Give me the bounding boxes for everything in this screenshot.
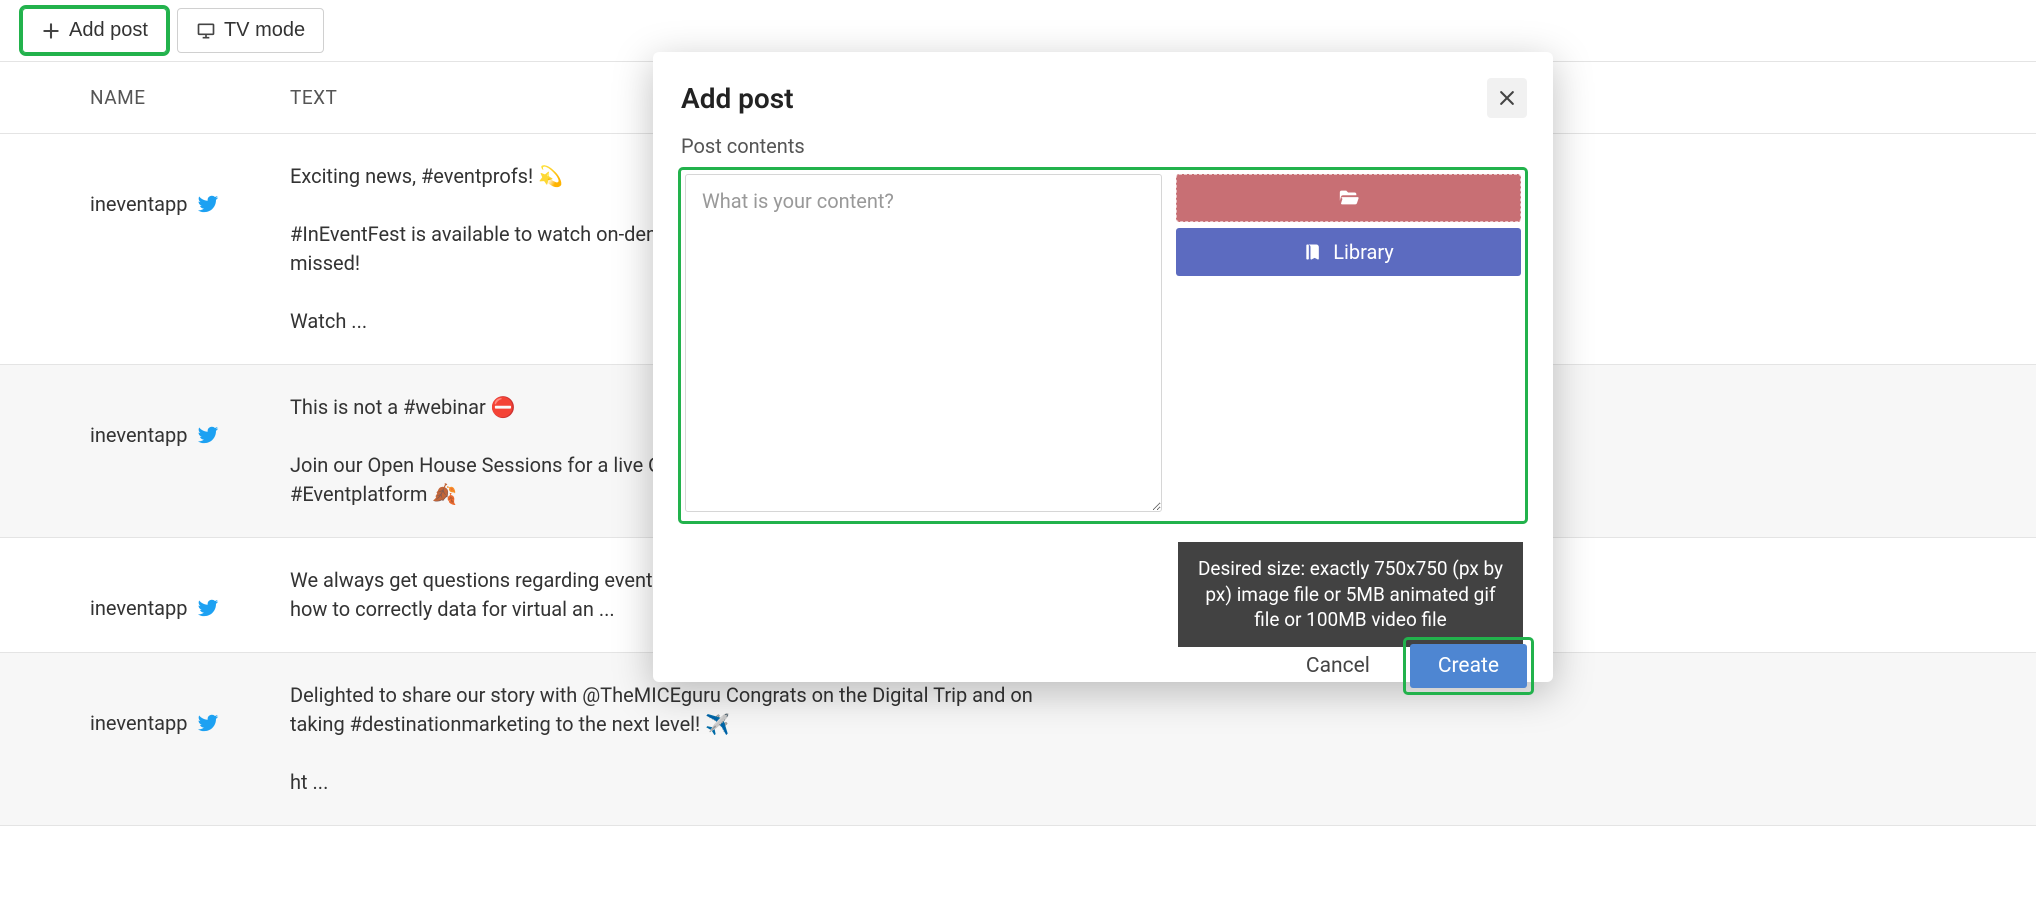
create-button[interactable]: Create bbox=[1410, 644, 1527, 688]
post-contents-label: Post contents bbox=[681, 134, 1525, 158]
cancel-button[interactable]: Cancel bbox=[1292, 644, 1384, 688]
row-username: ineventapp bbox=[90, 711, 187, 735]
row-username: ineventapp bbox=[90, 192, 187, 216]
add-post-modal: Add post Post contents bbox=[653, 52, 1553, 682]
row-name-cell: ineventapp bbox=[90, 681, 290, 735]
row-username: ineventapp bbox=[90, 596, 187, 620]
modal-body: Post contents Library bbox=[653, 128, 1553, 541]
post-content-textarea[interactable] bbox=[685, 174, 1162, 512]
modal-title: Add post bbox=[681, 82, 794, 115]
tv-mode-label: TV mode bbox=[224, 19, 305, 42]
tv-mode-button[interactable]: TV mode bbox=[177, 8, 324, 53]
row-text-cell: Delighted to share our story with @TheMI… bbox=[290, 681, 1050, 797]
book-icon bbox=[1303, 242, 1323, 262]
twitter-icon bbox=[197, 597, 219, 619]
monitor-icon bbox=[196, 21, 216, 41]
add-post-label: Add post bbox=[69, 19, 148, 42]
row-name-cell: ineventapp bbox=[90, 162, 290, 216]
row-username: ineventapp bbox=[90, 423, 187, 447]
column-header-name: NAME bbox=[90, 86, 290, 109]
twitter-icon bbox=[197, 712, 219, 734]
close-icon bbox=[1497, 88, 1517, 108]
close-button[interactable] bbox=[1487, 78, 1527, 118]
twitter-icon bbox=[197, 424, 219, 446]
add-post-button[interactable]: Add post bbox=[22, 8, 167, 53]
plus-icon bbox=[41, 21, 61, 41]
upload-file-button[interactable] bbox=[1176, 174, 1521, 222]
library-button[interactable]: Library bbox=[1176, 228, 1521, 276]
row-name-cell: ineventapp bbox=[90, 566, 290, 620]
twitter-icon bbox=[197, 193, 219, 215]
post-contents-area: Library bbox=[681, 170, 1525, 521]
modal-footer: Cancel Create bbox=[1292, 640, 1531, 692]
row-name-cell: ineventapp bbox=[90, 393, 290, 447]
upload-hint: Desired size: exactly 750x750 (px by px)… bbox=[1178, 542, 1523, 647]
modal-header: Add post bbox=[653, 52, 1553, 128]
folder-open-icon bbox=[1336, 187, 1362, 209]
library-label: Library bbox=[1333, 240, 1394, 264]
upload-column: Library bbox=[1176, 174, 1521, 517]
